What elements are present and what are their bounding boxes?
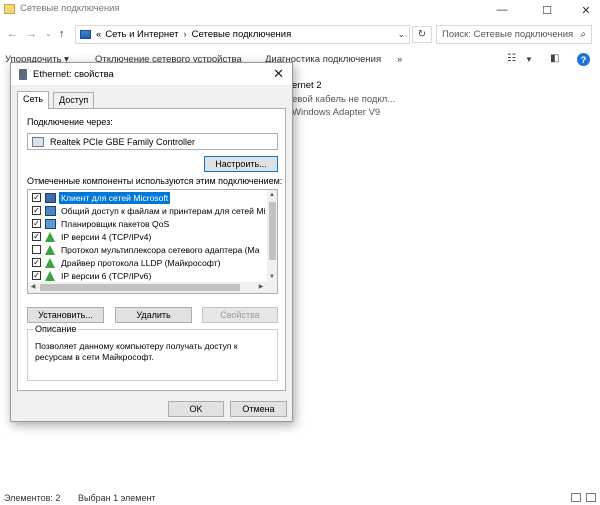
selection-count: Выбран 1 элемент <box>78 493 156 503</box>
component-label: Протокол мультиплексора сетевого адаптер… <box>61 245 260 255</box>
component-item[interactable]: ✓ Планировщик пакетов QoS <box>28 218 268 231</box>
search-input[interactable]: Поиск: Сетевые подключения ⌕ <box>436 25 592 44</box>
connection-name[interactable]: ernet 2 <box>292 80 322 91</box>
more-commands-button[interactable]: » <box>397 54 402 65</box>
status-bar: Элементов: 2 Выбран 1 элемент <box>0 492 600 505</box>
breadcrumb-prefix[interactable]: « <box>96 29 101 40</box>
components-vertical-scrollbar[interactable]: ▲ ▼ <box>267 190 277 282</box>
component-item[interactable]: ✓ Драйвер протокола LLDP (Майкрософт) <box>28 257 268 270</box>
recent-chevron-icon[interactable]: ⌄ <box>45 29 52 38</box>
item-count: Элементов: 2 <box>4 493 61 503</box>
folder-icon <box>4 4 15 14</box>
dialog-titlebar: Ethernet: свойства ✕ <box>11 63 292 85</box>
component-label: Драйвер протокола LLDP (Майкрософт) <box>61 258 221 268</box>
component-checkbox[interactable]: ✓ <box>32 219 41 228</box>
component-item[interactable]: ✓ IP версии 4 (TCP/IPv4) <box>28 231 268 244</box>
explorer-titlebar: Сетевые подключения — ☐ ✕ <box>0 0 600 20</box>
description-text: Позволяет данному компьютеру получать до… <box>35 341 238 362</box>
refresh-button[interactable]: ↻ <box>412 26 432 43</box>
connection-status: евой кабель не подкл... <box>292 94 396 105</box>
component-checkbox[interactable] <box>32 245 41 254</box>
scroll-right-icon[interactable]: ▶ <box>256 282 266 293</box>
network-adapter-icon <box>32 136 44 147</box>
proto-component-icon <box>45 232 55 242</box>
adapter-field: Realtek PCIe GBE Family Controller <box>27 133 278 150</box>
component-label: IP версии 6 (TCP/IPv6) <box>61 271 152 281</box>
description-title: Описание <box>33 324 79 334</box>
change-view-icon[interactable]: ☷ <box>507 53 516 64</box>
component-label: Планировщик пакетов QoS <box>61 219 170 229</box>
proto-component-icon <box>45 271 55 281</box>
ethernet-icon <box>19 69 27 80</box>
tiles-view-icon[interactable] <box>586 493 596 502</box>
install-button[interactable]: Установить... <box>27 307 104 323</box>
connection-adapter: Windows Adapter V9 <box>292 107 381 118</box>
scroll-up-icon[interactable]: ▲ <box>267 190 277 200</box>
component-checkbox[interactable]: ✓ <box>32 206 41 215</box>
breadcrumb-network-internet[interactable]: Сеть и Интернет <box>105 29 178 40</box>
components-horizontal-scrollbar[interactable]: ◀ ▶ <box>28 282 277 293</box>
qos-component-icon <box>45 219 56 229</box>
network-tab-panel: Подключение через: Realtek PCIe GBE Fami… <box>17 108 286 391</box>
description-group: Описание Позволяет данному компьютеру по… <box>27 324 278 381</box>
component-label: IP версии 4 (TCP/IPv4) <box>61 232 152 242</box>
scroll-down-icon[interactable]: ▼ <box>267 272 277 282</box>
tab-sharing[interactable]: Доступ <box>53 92 95 108</box>
components-label: Отмеченные компоненты используются этим … <box>27 176 283 186</box>
details-view-icon[interactable] <box>571 493 581 502</box>
connect-using-label: Подключение через: <box>27 117 113 127</box>
adapter-name: Realtek PCIe GBE Family Controller <box>50 136 196 147</box>
proto-component-icon <box>45 245 55 255</box>
component-checkbox[interactable]: ✓ <box>32 193 41 202</box>
refresh-icon: ↻ <box>417 29 427 40</box>
component-label: Общий доступ к файлам и принтерам для се… <box>61 206 266 216</box>
address-dropdown-icon[interactable]: ⌄ <box>397 29 405 40</box>
up-icon[interactable]: ↑ <box>59 28 65 40</box>
breadcrumb-network-connections[interactable]: Сетевые подключения <box>192 29 292 40</box>
component-checkbox[interactable]: ✓ <box>32 258 41 267</box>
help-icon[interactable]: ? <box>577 53 590 66</box>
proto-component-icon <box>45 258 55 268</box>
tab-network[interactable]: Сеть <box>17 91 50 109</box>
maximize-button[interactable]: ☐ <box>533 0 561 20</box>
component-item[interactable]: ✓ Общий доступ к файлам и принтерам для с… <box>28 205 268 218</box>
horizontal-scroll-thumb[interactable] <box>40 284 240 291</box>
back-icon[interactable]: ← <box>7 28 18 40</box>
ok-button[interactable]: OK <box>168 401 224 417</box>
dialog-title: Ethernet: свойства <box>33 69 114 80</box>
component-checkbox[interactable]: ✓ <box>32 232 41 241</box>
minimize-button[interactable]: — <box>488 0 516 20</box>
address-row: ← → ⌄ ↑ « Сеть и Интернет › Сетевые подк… <box>0 22 600 46</box>
components-list[interactable]: ✓ Клиент для сетей Microsoft ✓ Общий доступ… <box>27 189 278 294</box>
forward-icon[interactable]: → <box>26 28 37 40</box>
component-checkbox[interactable]: ✓ <box>32 271 41 280</box>
vertical-scroll-thumb[interactable] <box>269 202 276 260</box>
scroll-left-icon[interactable]: ◀ <box>28 282 38 293</box>
properties-button: Свойства <box>202 307 278 323</box>
view-dropdown-icon[interactable]: ▼ <box>525 55 533 64</box>
share-component-icon <box>45 206 56 216</box>
close-window-button[interactable]: ✕ <box>572 0 600 20</box>
network-folder-icon <box>80 30 91 39</box>
component-label: Клиент для сетей Microsoft <box>59 192 171 204</box>
component-item[interactable]: Протокол мультиплексора сетевого адаптер… <box>28 244 268 257</box>
ethernet-properties-dialog: Ethernet: свойства ✕ Сеть Доступ Подключ… <box>10 62 293 422</box>
component-item[interactable]: ✓ Клиент для сетей Microsoft <box>28 192 268 205</box>
explorer-title: Сетевые подключения <box>20 3 120 14</box>
remove-button[interactable]: Удалить <box>115 307 192 323</box>
client-component-icon <box>45 193 56 203</box>
preview-pane-icon[interactable]: ◧ <box>550 53 559 64</box>
search-icon: ⌕ <box>580 29 586 40</box>
configure-button[interactable]: Настроить... <box>204 156 278 172</box>
cancel-button[interactable]: Отмена <box>230 401 287 417</box>
breadcrumb-separator: › <box>183 29 187 40</box>
dialog-close-icon[interactable]: ✕ <box>273 66 284 82</box>
search-placeholder: Поиск: Сетевые подключения <box>442 29 574 40</box>
address-bar[interactable]: « Сеть и Интернет › Сетевые подключения … <box>75 25 410 44</box>
